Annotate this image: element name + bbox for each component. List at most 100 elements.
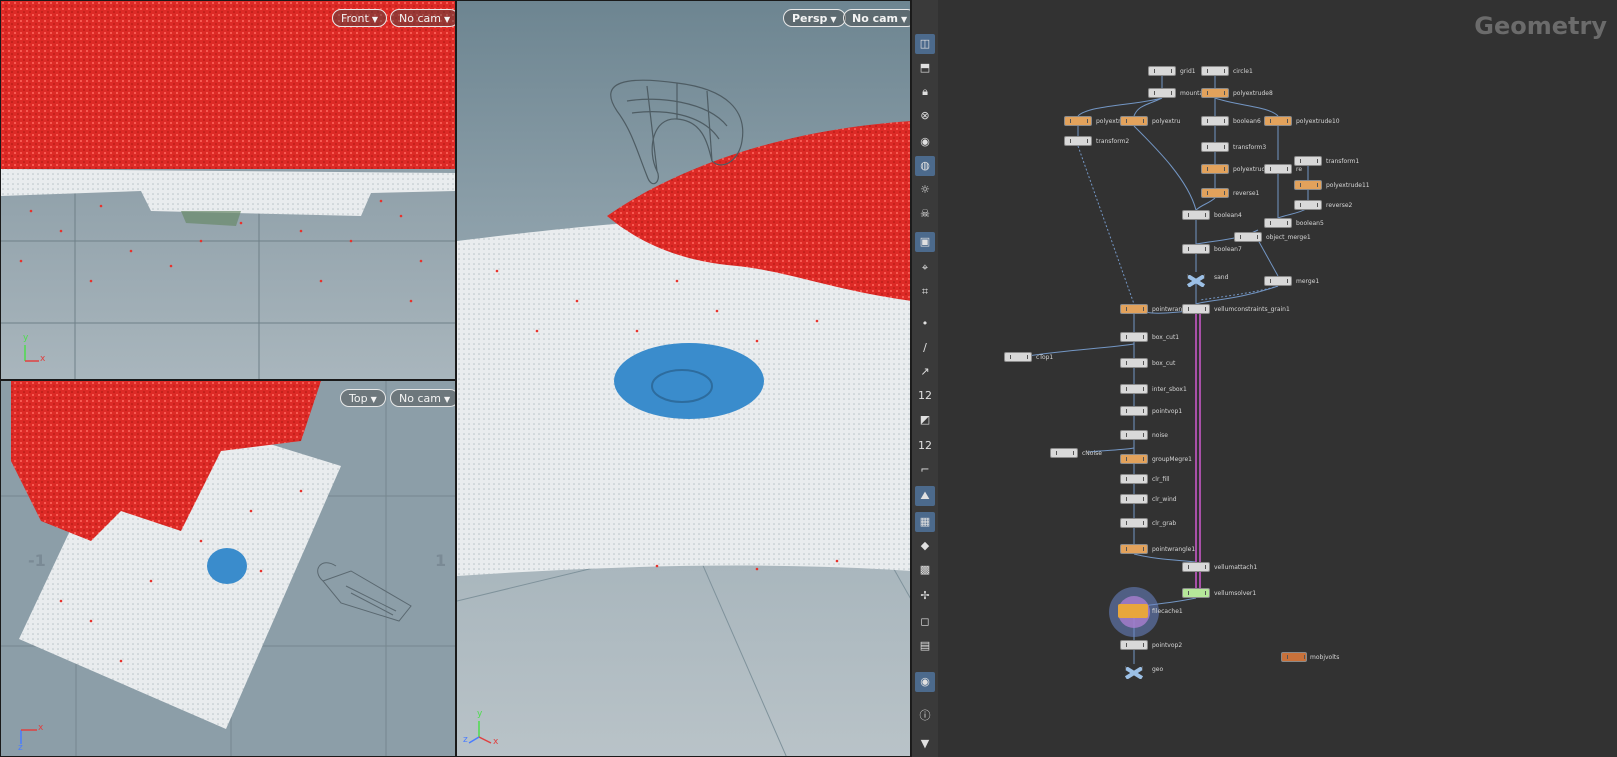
- node-grid1[interactable]: [1148, 66, 1176, 76]
- persp-view-menu[interactable]: Persp ▼: [783, 9, 846, 27]
- node-label: box_cut: [1152, 360, 1176, 367]
- node-noise[interactable]: [1120, 430, 1148, 440]
- node-label: filecache1: [1152, 608, 1183, 615]
- node-transform3[interactable]: [1201, 142, 1229, 152]
- node-groupmegre1[interactable]: [1120, 454, 1148, 464]
- square-icon[interactable]: ◻: [915, 612, 935, 632]
- light-icon[interactable]: ◍: [915, 156, 935, 176]
- node-label: grid1: [1180, 68, 1196, 75]
- node-boolean5[interactable]: [1264, 218, 1292, 228]
- node-polyextrude11[interactable]: [1294, 180, 1322, 190]
- front-cam-menu[interactable]: No cam ▼: [390, 9, 455, 27]
- light-pin-icon[interactable]: ◉: [915, 672, 935, 692]
- node-label: boolean6: [1233, 118, 1261, 125]
- node-pointvop1[interactable]: [1120, 406, 1148, 416]
- node-boolean7[interactable]: [1182, 244, 1210, 254]
- node-polyextrudeA[interactable]: [1064, 116, 1092, 126]
- axis-x-label: x: [493, 737, 499, 747]
- corner-icon[interactable]: ⌐: [915, 460, 935, 480]
- ghost-icon[interactable]: ⊗: [915, 106, 935, 126]
- node-clr-fill[interactable]: [1120, 474, 1148, 484]
- camera2-icon[interactable]: ⌗: [915, 282, 935, 302]
- node-label: boolean5: [1296, 220, 1324, 227]
- shading-icon[interactable]: ◉: [915, 132, 935, 152]
- node-sand[interactable]: [1182, 272, 1210, 288]
- diamond-icon[interactable]: ◆: [915, 536, 935, 556]
- node-vellumconstraints-grain1[interactable]: [1182, 304, 1210, 314]
- node-pointwrangle1[interactable]: [1120, 544, 1148, 554]
- lock-icon[interactable]: 🔒︎: [915, 82, 935, 102]
- chevron-down-icon: ▼: [371, 15, 378, 24]
- node-object-merge1[interactable]: [1234, 232, 1262, 242]
- axis-gizmo: y x z: [463, 709, 503, 749]
- node-label: reverse1: [1233, 190, 1260, 197]
- node-pointvop2[interactable]: [1120, 640, 1148, 650]
- node-ctop1[interactable]: [1004, 352, 1032, 362]
- node-clr-wind[interactable]: [1120, 494, 1148, 504]
- axis-x-label: x: [40, 354, 46, 364]
- viewport-top[interactable]: -1 1 Top ▼ No cam ▼ x z: [0, 380, 456, 757]
- node-geo[interactable]: [1120, 664, 1148, 680]
- node-label: clr_fill: [1152, 476, 1170, 483]
- node-polyextrude8[interactable]: [1201, 88, 1229, 98]
- node-label: mobjvolts: [1310, 654, 1340, 661]
- node-polyextrudeB[interactable]: [1120, 116, 1148, 126]
- axes-icon[interactable]: ✢: [915, 586, 935, 606]
- node-vellumsolver1[interactable]: [1182, 588, 1210, 598]
- pin-icon[interactable]: ↗: [915, 362, 935, 382]
- node-clr-grab[interactable]: [1120, 518, 1148, 528]
- node-polyextrude9[interactable]: [1201, 164, 1229, 174]
- top-cam-menu[interactable]: No cam ▼: [390, 389, 455, 407]
- node-box-cut[interactable]: [1120, 358, 1148, 368]
- node-reverse1[interactable]: [1201, 188, 1229, 198]
- node-label: polyextrude10: [1296, 118, 1340, 125]
- node-transform2[interactable]: [1064, 136, 1092, 146]
- camera-icon[interactable]: ⌖: [915, 258, 935, 278]
- node-mountain[interactable]: [1148, 88, 1176, 98]
- node-label: re: [1296, 166, 1303, 173]
- select-tool-icon[interactable]: ⬒: [915, 58, 935, 78]
- bulb-icon[interactable]: ☼: [915, 180, 935, 200]
- chevron-down-icon: ▼: [370, 395, 377, 404]
- view-tool-icon[interactable]: ◫: [915, 34, 935, 54]
- info-icon[interactable]: ⓘ: [915, 706, 935, 726]
- node-vellumattach1[interactable]: [1182, 562, 1210, 572]
- persp-cam-menu[interactable]: No cam ▼: [843, 9, 910, 27]
- number-display-icon[interactable]: 12: [915, 386, 935, 406]
- node-label: circle1: [1233, 68, 1253, 75]
- node-boolean6[interactable]: [1201, 116, 1229, 126]
- node-label: cNoise: [1082, 450, 1102, 457]
- node-pointwrangle2[interactable]: [1120, 304, 1148, 314]
- node-mobjvolts[interactable]: [1281, 652, 1307, 662]
- node-cnoise[interactable]: [1050, 448, 1078, 458]
- chevron-down-icon[interactable]: ▼: [915, 734, 935, 754]
- node-polyextrude10[interactable]: [1264, 116, 1292, 126]
- top-cam-label: No cam: [399, 392, 441, 405]
- node-circle1[interactable]: [1201, 66, 1229, 76]
- grid-icon[interactable]: ⛰: [915, 486, 935, 506]
- image-icon[interactable]: ▤: [915, 636, 935, 656]
- node-merge1[interactable]: [1264, 276, 1292, 286]
- viewport-toolbar: ◫ ⬒ 🔒︎ ⊗ ◉ ◍ ☼ ☠ ▣ ⌖ ⌗ • ∕ ↗ 12 ◩ 12 ⌐ ⛰…: [911, 0, 939, 757]
- axis-gizmo: y x: [21, 333, 51, 367]
- viewport-persp[interactable]: Persp ▼ No cam ▼ y x z: [456, 0, 911, 757]
- brush-icon[interactable]: ∕: [915, 338, 935, 358]
- front-view-menu[interactable]: Front ▼: [332, 9, 387, 27]
- network-editor[interactable]: Geometry grid1 circle1 mountain polyextr…: [938, 0, 1617, 757]
- checker-icon[interactable]: ▦: [915, 512, 935, 532]
- point-icon[interactable]: •: [915, 314, 935, 334]
- number-display2-icon[interactable]: 12: [915, 436, 935, 456]
- top-view-menu[interactable]: Top ▼: [340, 389, 386, 407]
- node-reverse2[interactable]: [1294, 200, 1322, 210]
- node-reverseA[interactable]: [1264, 164, 1292, 174]
- node-box-cut1[interactable]: [1120, 332, 1148, 342]
- chevron-down-icon: ▼: [830, 15, 837, 24]
- viewport-front[interactable]: Front ▼ No cam ▼ y x: [0, 0, 456, 380]
- node-transform1[interactable]: [1294, 156, 1322, 166]
- box-icon[interactable]: ▩: [915, 560, 935, 580]
- skull-icon[interactable]: ☠: [915, 204, 935, 224]
- node-inter-sbox1[interactable]: [1120, 384, 1148, 394]
- node-boolean4[interactable]: [1182, 210, 1210, 220]
- display-icon[interactable]: ▣: [915, 232, 935, 252]
- eraser-icon[interactable]: ◩: [915, 410, 935, 430]
